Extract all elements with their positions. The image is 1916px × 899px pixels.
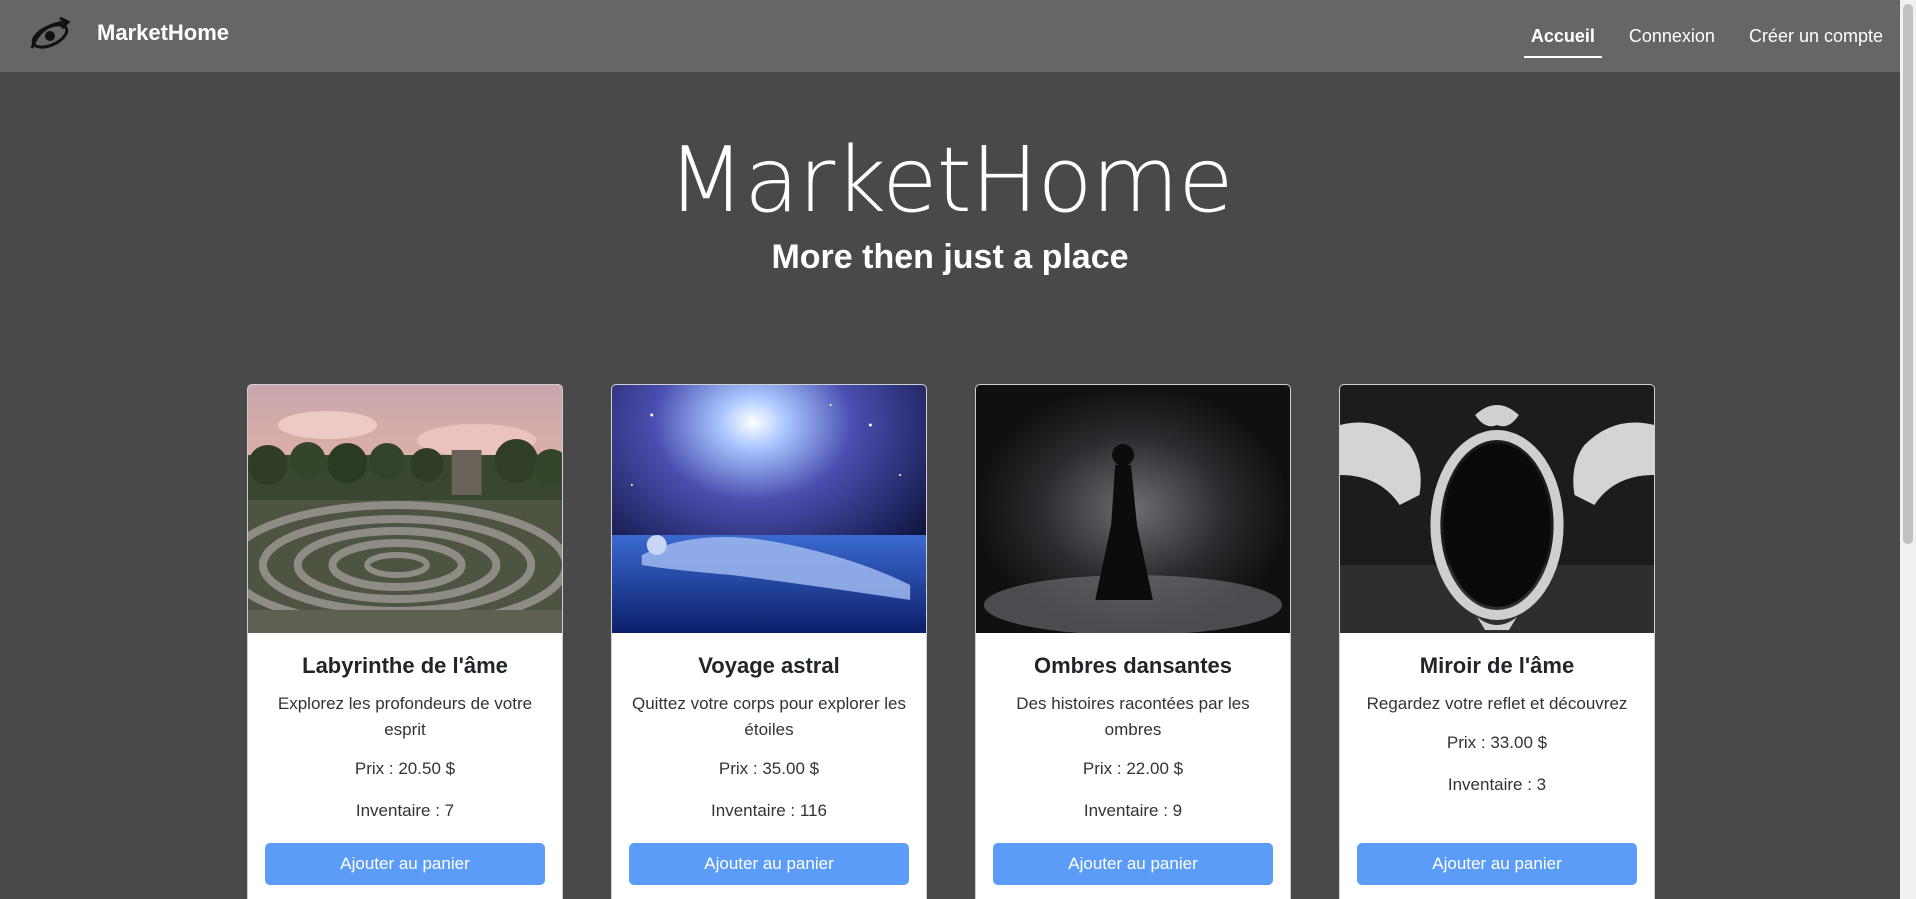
- product-card: Voyage astral Quittez votre corps pour e…: [611, 384, 927, 899]
- product-stock: Inventaire : 116: [711, 801, 827, 820]
- product-image-astral: [612, 385, 926, 633]
- card-body: Miroir de l'âme Regardez votre reflet et…: [1340, 653, 1654, 795]
- add-to-cart-button[interactable]: Ajouter au panier: [629, 843, 909, 885]
- product-title[interactable]: Ombres dansantes: [994, 653, 1272, 679]
- add-to-cart-button[interactable]: Ajouter au panier: [993, 843, 1273, 885]
- product-description: Quittez votre corps pour explorer les ét…: [631, 694, 906, 739]
- product-card: Miroir de l'âme Regardez votre reflet et…: [1339, 384, 1655, 899]
- product-image-mirror: [1340, 385, 1654, 633]
- scrollbar-thumb[interactable]: [1903, 4, 1913, 544]
- add-to-cart-button[interactable]: Ajouter au panier: [265, 843, 545, 885]
- product-description: Explorez les profondeurs de votre esprit: [277, 694, 533, 739]
- page-scrollbar[interactable]: [1900, 0, 1916, 899]
- product-grid: Labyrinthe de l'âme Explorez les profond…: [247, 384, 1655, 899]
- brand-name[interactable]: MarketHome: [97, 20, 229, 46]
- card-body: Voyage astral Quittez votre corps pour e…: [612, 653, 926, 821]
- card-body: Labyrinthe de l'âme Explorez les profond…: [248, 653, 562, 821]
- hero-title: MarketHome: [667, 128, 1233, 233]
- product-price: Prix : 20.50 $: [354, 759, 456, 778]
- brand-logo-icon[interactable]: [26, 14, 74, 58]
- product-price: Prix : 22.00 $: [1082, 759, 1184, 778]
- product-card: Ombres dansantes Des histoires racontées…: [975, 384, 1291, 899]
- hero-subtitle: More then just a place: [771, 238, 1129, 276]
- product-title[interactable]: Labyrinthe de l'âme: [266, 653, 544, 679]
- product-price: Prix : 33.00 $: [1446, 733, 1548, 752]
- product-image-shadows: [976, 385, 1290, 633]
- card-body: Ombres dansantes Des histoires racontées…: [976, 653, 1290, 821]
- product-title[interactable]: Miroir de l'âme: [1358, 653, 1636, 679]
- product-stock: Inventaire : 3: [1447, 775, 1547, 794]
- product-card: Labyrinthe de l'âme Explorez les profond…: [247, 384, 563, 899]
- nav-link-creer-compte[interactable]: Créer un compte: [1732, 0, 1900, 72]
- product-stock: Inventaire : 9: [1083, 801, 1183, 820]
- product-title[interactable]: Voyage astral: [630, 653, 908, 679]
- product-description: Des histoires racontées par les ombres: [1016, 694, 1250, 739]
- add-to-cart-button[interactable]: Ajouter au panier: [1357, 843, 1637, 885]
- product-image-labyrinth: [248, 385, 562, 633]
- product-price: Prix : 35.00 $: [718, 759, 820, 778]
- nav-links: Accueil Connexion Créer un compte: [1514, 0, 1900, 72]
- product-stock: Inventaire : 7: [355, 801, 455, 820]
- product-description: Regardez votre reflet et découvrez: [1366, 694, 1628, 713]
- nav-link-accueil[interactable]: Accueil: [1514, 0, 1612, 72]
- navbar: MarketHome Accueil Connexion Créer un co…: [0, 0, 1900, 72]
- nav-link-connexion[interactable]: Connexion: [1612, 0, 1732, 72]
